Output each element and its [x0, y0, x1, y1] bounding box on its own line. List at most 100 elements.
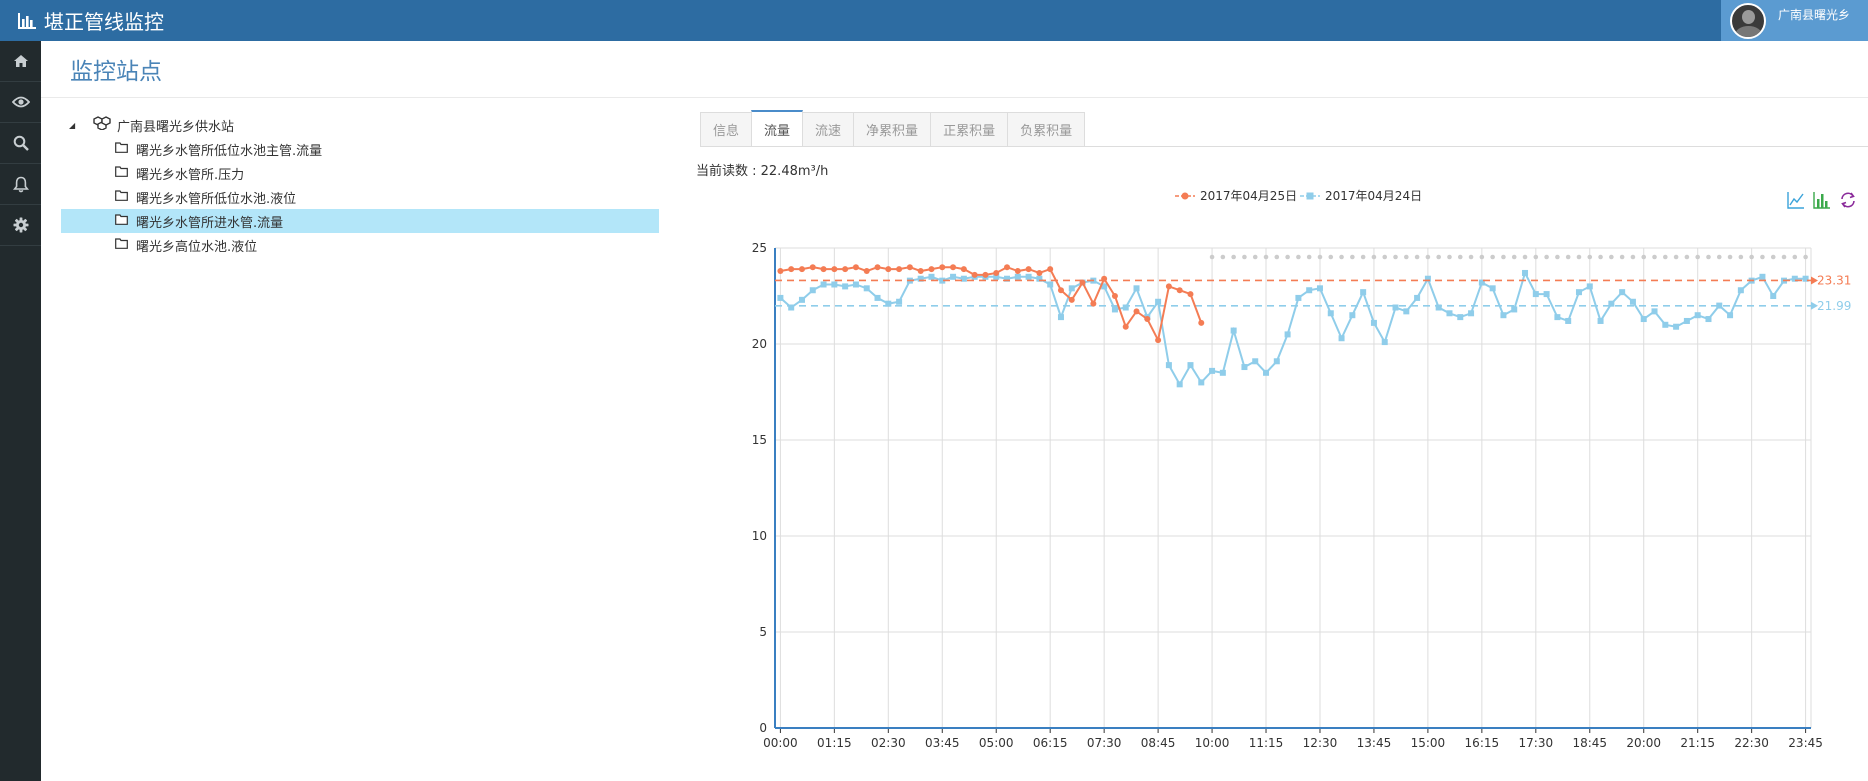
pending-data-dot [1317, 254, 1323, 260]
tab-info[interactable]: 信息 [700, 112, 753, 146]
data-point [1468, 310, 1475, 317]
sidebar-item-alerts[interactable] [0, 164, 41, 205]
pending-data-dot [1231, 254, 1236, 260]
pending-data-dot [1533, 254, 1539, 260]
pending-data-dot [1209, 254, 1215, 260]
legend-item[interactable]: 2017年04月24日 [1300, 189, 1422, 203]
tab-flow[interactable]: 流量 [751, 110, 804, 147]
folder-icon [115, 165, 128, 181]
x-tick-label: 02:30 [871, 736, 906, 750]
data-point [820, 266, 827, 273]
sidebar-item-home[interactable] [0, 41, 41, 82]
data-point [1057, 287, 1064, 294]
data-point [1187, 362, 1194, 369]
pending-data-dot [1619, 254, 1625, 260]
pending-data-dot [1306, 254, 1312, 260]
cubes-icon [93, 116, 111, 134]
pending-data-dot [1447, 254, 1452, 260]
avatar[interactable] [1730, 2, 1766, 39]
y-tick-label: 10 [752, 529, 767, 543]
x-tick-label: 12:30 [1303, 736, 1338, 750]
tree-root[interactable]: ◢ 广南县曙光乡供水站 [61, 113, 659, 137]
data-point [1435, 304, 1442, 311]
pending-data-dot [1350, 254, 1355, 260]
pending-data-dot [1490, 254, 1495, 260]
x-tick-label: 07:30 [1087, 736, 1122, 750]
user-menu[interactable]: 广南县曙光乡 [1721, 0, 1868, 41]
title-divider [41, 97, 1868, 98]
data-point [1511, 306, 1518, 313]
data-point [1770, 293, 1777, 299]
pending-data-dot [1738, 254, 1744, 260]
tree-item[interactable]: 曙光乡水管所低位水池主管.流量 [61, 137, 659, 161]
data-point [1586, 283, 1593, 290]
data-point [1252, 358, 1259, 365]
data-point [1014, 268, 1021, 275]
pending-data-dot [1468, 254, 1474, 260]
data-point [1414, 294, 1421, 301]
pending-data-dot [1479, 254, 1485, 260]
tab-net-cumulative[interactable]: 净累积量 [853, 112, 932, 146]
data-point [798, 296, 805, 303]
data-point [1575, 289, 1582, 296]
tab-velocity[interactable]: 流速 [802, 112, 855, 146]
tab-negative-cumulative[interactable]: 负累积量 [1007, 112, 1086, 146]
legend-marker [1181, 192, 1189, 200]
app-brand[interactable]: 堪正管线监控 [18, 0, 164, 41]
x-tick-label: 00:00 [763, 736, 798, 750]
pending-data-dot [1695, 254, 1700, 260]
data-point [777, 268, 784, 275]
station-tree: ◢ 广南县曙光乡供水站 曙光乡水管所低位水池主管.流量 曙光乡水管所.压力 曙光… [61, 113, 659, 257]
data-point [852, 264, 859, 271]
data-point [1068, 296, 1075, 303]
sidebar-item-view[interactable] [0, 82, 41, 123]
data-point [1165, 283, 1172, 290]
data-point [1111, 306, 1118, 313]
pending-data-dot [1511, 254, 1517, 260]
sidebar [0, 41, 41, 781]
data-point [1727, 312, 1734, 319]
pending-data-dot [1371, 254, 1377, 260]
sidebar-item-settings[interactable] [0, 205, 41, 246]
bar-chart-icon [18, 12, 36, 29]
tree-item[interactable]: 曙光乡水管所低位水池.液位 [61, 185, 659, 209]
data-point [1198, 319, 1205, 326]
data-point [1457, 314, 1464, 321]
data-point [1176, 381, 1183, 388]
pending-data-dot [1285, 254, 1290, 260]
sidebar-item-search[interactable] [0, 123, 41, 164]
tree-item[interactable]: 曙光乡高位水池.液位 [61, 233, 659, 257]
pending-data-dot [1328, 254, 1334, 260]
x-tick-label: 13:45 [1357, 736, 1392, 750]
data-point [1651, 308, 1658, 315]
tab-positive-cumulative[interactable]: 正累积量 [930, 112, 1009, 146]
pending-data-dot [1663, 254, 1668, 260]
data-point [1155, 298, 1162, 305]
y-tick-label: 5 [759, 625, 767, 639]
tree-item[interactable]: 曙光乡水管所.压力 [61, 161, 659, 185]
data-point [1230, 327, 1237, 334]
pending-data-dot [1393, 254, 1398, 260]
data-point [928, 273, 935, 280]
legend-item[interactable]: 2017年04月25日 [1175, 189, 1297, 203]
data-point [1338, 335, 1345, 342]
pending-data-dot [1727, 254, 1733, 260]
pending-data-dot [1749, 254, 1754, 260]
data-point [1403, 308, 1410, 315]
gear-icon [13, 217, 28, 233]
pending-data-dot [1274, 254, 1280, 260]
pending-data-dot [1522, 254, 1528, 260]
pending-data-dot [1296, 254, 1301, 260]
tree-item-selected[interactable]: 曙光乡水管所进水管.流量 [61, 209, 659, 233]
data-point [1079, 279, 1086, 286]
pending-data-dot [1792, 254, 1798, 260]
pending-data-dot [1404, 254, 1409, 260]
folder-icon [115, 189, 128, 205]
data-point [842, 266, 849, 273]
pending-data-dot [1630, 254, 1636, 260]
collapse-triangle-icon[interactable]: ◢ [69, 121, 83, 130]
data-point [842, 283, 849, 290]
pending-data-dot [1760, 254, 1765, 260]
pending-data-dot [1382, 254, 1388, 260]
data-point [1640, 316, 1647, 323]
